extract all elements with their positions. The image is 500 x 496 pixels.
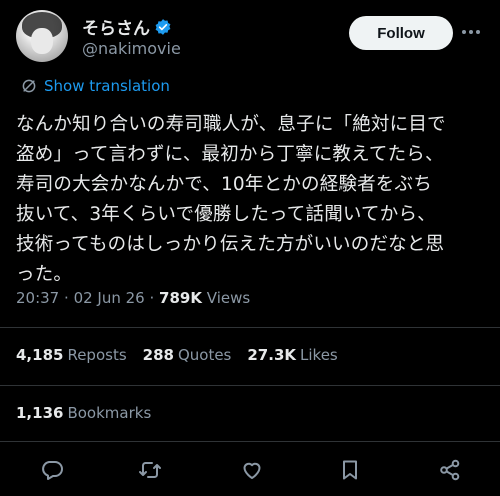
action-bar: [0, 458, 500, 484]
reposts-stat[interactable]: 4,185 Reposts: [16, 346, 127, 364]
tweet-date[interactable]: 02 Jun 26: [74, 289, 145, 307]
author-handle[interactable]: @nakimovie: [82, 39, 181, 58]
meta-separator: ·: [64, 289, 74, 307]
reply-button[interactable]: [40, 458, 64, 482]
quotes-label: Quotes: [177, 346, 232, 364]
verified-badge-icon: [155, 18, 171, 35]
divider: [0, 327, 500, 328]
reply-icon: [42, 461, 63, 480]
bookmarks-stat[interactable]: 1,136 Bookmarks: [16, 404, 151, 422]
meta-separator: ·: [149, 289, 160, 307]
engagement-stats: 4,185 Reposts 288 Quotes 27.3K Likes: [16, 346, 354, 364]
share-icon: [440, 459, 460, 481]
show-translation-label[interactable]: Show translation: [44, 77, 170, 95]
likes-label: Likes: [300, 346, 338, 364]
divider: [0, 385, 500, 386]
repost-icon: [139, 462, 161, 478]
tweet-meta: 20:37 · 02 Jun 26 · 789K Views: [16, 289, 250, 307]
author-display-name[interactable]: そらさん: [82, 14, 150, 39]
bookmark-button[interactable]: [338, 458, 362, 482]
like-icon: [243, 462, 261, 479]
avatar[interactable]: [16, 10, 68, 62]
repost-button[interactable]: [138, 458, 162, 482]
likes-stat[interactable]: 27.3K Likes: [247, 346, 337, 364]
show-translation-link[interactable]: Show translation: [20, 77, 170, 95]
tweet-text: なんか知り合いの寿司職人が、息子に「絶対に目で 盗め」って言わずに、最初から丁寧…: [16, 114, 446, 285]
views-count: 789K: [159, 289, 202, 307]
quotes-count: 288: [142, 346, 174, 364]
reposts-label: Reposts: [67, 346, 127, 364]
share-button[interactable]: [438, 458, 462, 482]
tweet-time[interactable]: 20:37: [16, 289, 59, 307]
like-button[interactable]: [240, 458, 264, 482]
follow-button[interactable]: Follow: [349, 16, 453, 50]
author-name-row: そらさん: [82, 14, 172, 39]
bookmarks-count: 1,136: [16, 404, 64, 422]
views-label: Views: [206, 289, 251, 307]
more-icon[interactable]: [460, 22, 482, 42]
reposts-count: 4,185: [16, 346, 64, 364]
translate-icon: [22, 79, 36, 93]
bookmarks-label: Bookmarks: [67, 404, 152, 422]
quotes-stat[interactable]: 288 Quotes: [143, 346, 232, 364]
likes-count: 27.3K: [247, 346, 297, 364]
bookmark-icon: [343, 460, 357, 480]
divider: [0, 441, 500, 442]
avatar-face: [31, 28, 53, 54]
